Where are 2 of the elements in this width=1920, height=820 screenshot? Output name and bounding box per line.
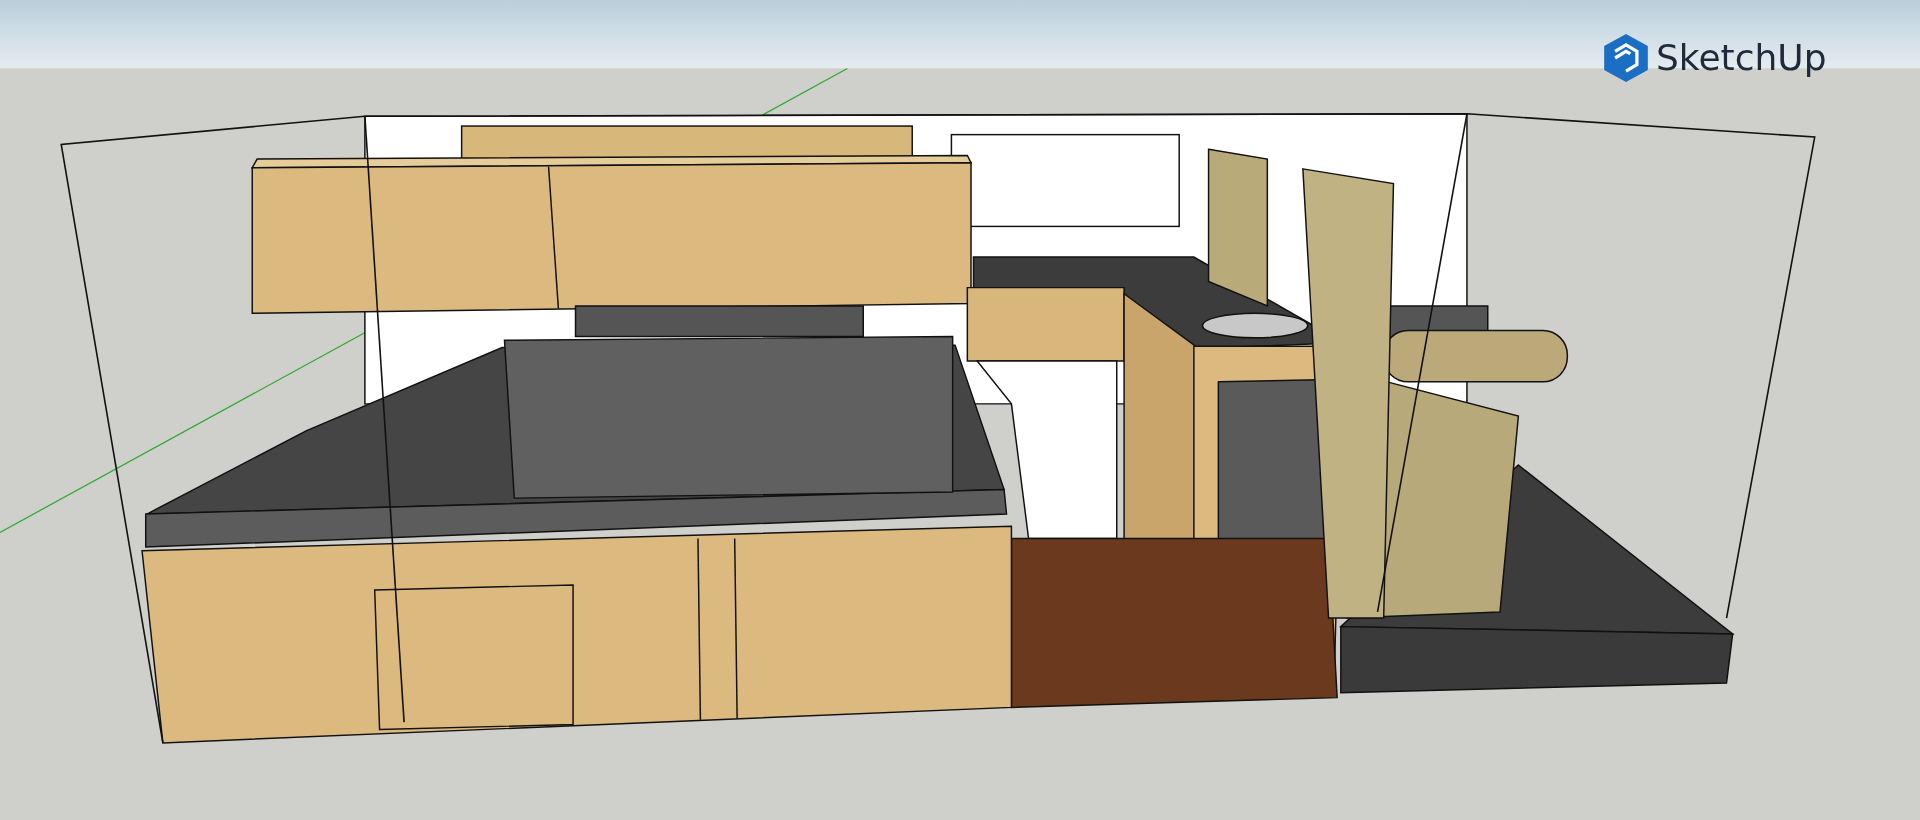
cube-logo-icon: [1604, 34, 1648, 82]
logo-text: SketchUp: [1656, 40, 1827, 76]
